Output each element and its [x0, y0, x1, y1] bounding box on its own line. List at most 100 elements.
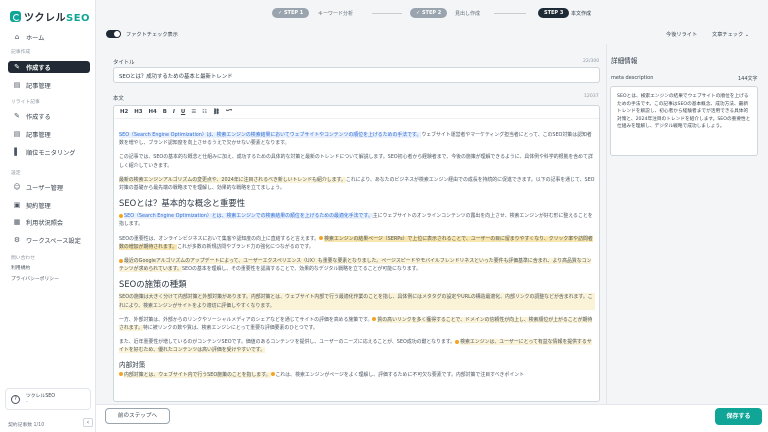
paragraph: SEOの重要性は、オンラインビジネスにおいて集客や認知度の向上に直結すると言えま…	[119, 235, 593, 250]
italic-button[interactable]: I	[173, 109, 175, 115]
pen-icon: ✎	[14, 63, 20, 71]
sidebar-item-home[interactable]: ⌂ ホーム	[8, 31, 90, 43]
logo-mark-icon	[10, 11, 21, 22]
sidebar-item-ranking[interactable]: ▌ 順位モニタリング	[8, 146, 90, 158]
fact-check-marker-icon[interactable]	[119, 213, 123, 218]
section-settings-label: 設定	[11, 171, 21, 176]
sidebar-item-rewrite-create[interactable]: ✎ 作成する	[8, 110, 90, 122]
h4-button[interactable]: H4	[149, 109, 157, 115]
sidebar-item-contract[interactable]: ▣ 契約管理	[8, 199, 90, 211]
footer-bar	[96, 404, 768, 432]
step-connector	[372, 12, 402, 14]
sidebar-item-article-manage[interactable]: ▤ 記事管理	[8, 79, 90, 91]
ordered-list-icon[interactable]: ☷	[202, 109, 207, 115]
title-count: 22/300	[583, 59, 600, 64]
fact-check-toggle-row[interactable]: ファクトチェック表示	[106, 30, 178, 38]
step-1-label: キーワード分析	[318, 11, 354, 17]
step-2-badge[interactable]: ✓ STEP 2	[410, 8, 448, 18]
paragraph: 一方、外部対策は、外部からのリンクやソーシャルメディアのシェアなどを通じてサイト…	[119, 316, 593, 332]
paragraph: また、近年重要性が増しているのがコンテンツSEOです。価値のあるコンテンツを提供…	[119, 339, 592, 354]
body-editor[interactable]: H2 H3 H4 B I U ☰ ☷ ⛓ ❝❞ SEO（Search Engin…	[113, 105, 600, 402]
bullet-list-icon[interactable]: ☰	[191, 109, 196, 115]
gear-icon: ⚙	[13, 236, 21, 244]
meta-description-label: meta description	[611, 75, 654, 81]
sidebar-item-usage[interactable]: ▦ 利用状況照会	[8, 216, 90, 228]
users-icon: ☺	[13, 183, 21, 191]
step-connector	[494, 12, 526, 14]
user-name: ツクレルSEO	[26, 394, 56, 399]
sidebar-item-label: 記事管理	[26, 82, 51, 90]
sidebar: ツクレルSEO ⌂ ホーム 記事作成 ✎ 作成する ▤ 記事管理 リライト記事 ✎ 作成…	[0, 0, 96, 432]
sub-heading: 内部対策	[119, 360, 146, 369]
step-1-badge[interactable]: ✓ STEP 1	[272, 8, 310, 18]
sidebar-item-label: 順位モニタリング	[26, 149, 76, 157]
text-check-dropdown[interactable]: 文章チェック ⌄	[712, 31, 749, 38]
brand-logo[interactable]: ツクレルSEO	[10, 9, 90, 24]
h3-button[interactable]: H3	[134, 109, 142, 115]
sidebar-item-label: 契約管理	[26, 202, 51, 210]
step-3-label: 本文作成	[571, 11, 592, 17]
pen-icon: ✎	[14, 112, 20, 120]
sidebar-item-create[interactable]: ✎ 作成する	[8, 61, 90, 73]
rewrite-later-button[interactable]: 今後リライト	[666, 31, 697, 38]
user-menu[interactable]: ? ツクレルSEO -	[5, 388, 91, 410]
fact-check-marker-icon[interactable]	[455, 339, 460, 344]
user-sub: -	[26, 400, 28, 405]
step-2-label: 見出し作成	[455, 11, 481, 17]
paragraph: この記事では、SEOの基本的な概念と仕組みに加え、成功するための具体的な対策と最…	[119, 154, 593, 169]
sidebar-item-rewrite-manage[interactable]: ▤ 記事管理	[8, 128, 90, 140]
editor-toolbar: H2 H3 H4 B I U ☰ ☷ ⛓ ❝❞	[114, 106, 599, 119]
contract-icon: ▣	[13, 201, 21, 209]
paragraph: 内部対策とは、ウェブサイト内で行うSEO施策のことを指します。 これは、検索エンジ…	[119, 371, 595, 379]
editor-content[interactable]: SEO（Search Engine Optimization）は、検索エンジンの…	[114, 119, 599, 379]
fact-check-marker-icon[interactable]	[119, 258, 123, 263]
section-heading: SEOとは？基本的な概念と重要性	[119, 198, 246, 209]
sidebar-item-label: ワークスペース設定	[26, 237, 81, 245]
brand-suffix: SEO	[66, 13, 91, 24]
calendar-icon: ▦	[13, 218, 21, 226]
fact-check-marker-icon[interactable]	[119, 372, 123, 377]
step-3-badge[interactable]: STEP 3	[538, 8, 570, 18]
fact-check-marker-icon[interactable]	[270, 372, 275, 377]
fact-check-toggle-label: ファクトチェック表示	[126, 31, 178, 38]
h2-button[interactable]: H2	[120, 109, 128, 115]
title-input[interactable]: SEOとは？成功するための基本と最新トレンド	[113, 67, 600, 83]
paragraph: 最近のGoogleアルゴリズムのアップデートによって、ユーザーエクスペリエンス（…	[119, 258, 592, 273]
sidebar-item-label: 作成する	[26, 113, 51, 121]
paragraph: 最新の検索エンジンアルゴリズムの変更点や、2024年に注目されるべき新しいトレン…	[119, 176, 595, 192]
paragraph: SEOの施策は大きく分けて内部対策と外部対策があります。内部対策とは、ウェブサイ…	[119, 293, 595, 310]
body-count: 12037	[584, 94, 599, 99]
meta-description-input[interactable]: SEOとは、検索エンジンの結果でウェブサイトの順位を上げるための手法です。この記…	[610, 86, 758, 156]
section-heading: SEOの施策の種類	[119, 279, 187, 290]
back-button[interactable]: 前のステップへ	[105, 408, 170, 424]
body-label: 本文	[113, 96, 124, 102]
panel-title: 詳細情報	[611, 57, 638, 65]
section-contact-label: 問い合わせ	[11, 256, 35, 261]
sidebar-item-workspace[interactable]: ⚙ ワークスペース設定	[8, 234, 90, 246]
section-rewrite-label: リライト記事	[11, 100, 40, 105]
bar-chart-icon: ▌	[14, 148, 20, 156]
title-label: タイトル	[113, 60, 135, 66]
sidebar-item-user-manage[interactable]: ☺ ユーザー管理	[8, 181, 90, 193]
privacy-link[interactable]: プライバシーポリシー	[11, 275, 59, 282]
underline-button[interactable]: U	[181, 109, 185, 115]
fact-check-marker-icon[interactable]	[372, 317, 377, 322]
home-icon: ⌂	[14, 33, 20, 41]
brand-name: ツクレル	[24, 13, 66, 24]
bold-button[interactable]: B	[163, 109, 167, 115]
document-icon: ▤	[13, 81, 21, 89]
save-button[interactable]: 保存する	[715, 408, 762, 425]
sidebar-item-label: 利用状況照会	[26, 219, 64, 227]
fact-check-marker-icon[interactable]	[319, 236, 324, 241]
link-icon[interactable]: ⛓	[213, 109, 220, 115]
quote-icon[interactable]: ❝❞	[226, 109, 232, 115]
terms-link[interactable]: 利用規約	[11, 264, 30, 271]
fact-check-toggle[interactable]	[106, 30, 121, 38]
help-icon: ?	[11, 395, 20, 404]
chevron-down-icon: ⌄	[744, 32, 750, 38]
sidebar-item-label: 記事管理	[26, 131, 51, 139]
section-create-label: 記事作成	[11, 50, 31, 55]
usage-count: 契約記事数 1/10	[8, 423, 45, 428]
sidebar-item-label: ユーザー管理	[26, 184, 64, 192]
collapse-sidebar-button[interactable]: ‹	[83, 418, 93, 427]
